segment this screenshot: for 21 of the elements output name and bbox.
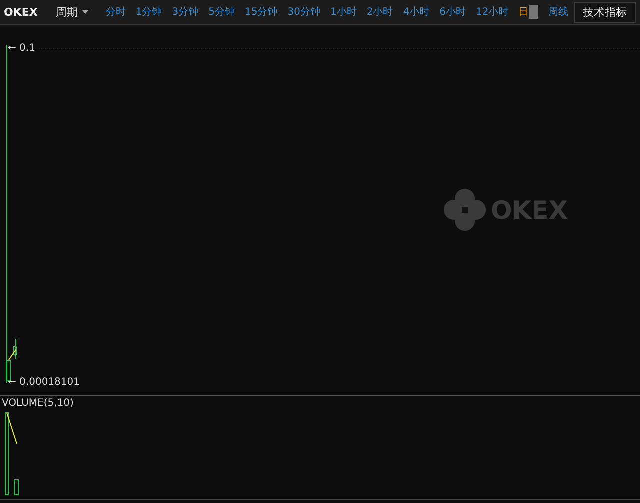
period-tab[interactable]: 2小时 <box>362 5 398 19</box>
volume-title: VOLUME(5,10) <box>2 398 74 409</box>
period-tab[interactable]: 分时 <box>100 5 131 19</box>
period-tab[interactable]: 12小时 <box>470 5 514 19</box>
period-tab[interactable]: 6小时 <box>434 5 471 19</box>
caret-icon <box>82 10 89 14</box>
period-tab[interactable]: 4小时 <box>398 5 435 19</box>
period-tab[interactable]: 15分钟 <box>240 5 283 19</box>
clover-logo-icon <box>443 188 488 232</box>
period-dropdown[interactable]: 周期 <box>52 4 93 20</box>
period-tab[interactable]: 1小时 <box>325 5 362 19</box>
period-tab[interactable]: 1分钟 <box>130 5 168 19</box>
period-tab[interactable]: 5分钟 <box>204 5 240 19</box>
price-label: ← 0.1 <box>8 43 36 54</box>
tooltip-block <box>528 5 538 19</box>
period-tab[interactable]: 3分钟 <box>167 5 204 19</box>
period-tab[interactable]: 日 <box>514 5 529 19</box>
period-tab[interactable]: 30分钟 <box>282 5 326 19</box>
indicators-button[interactable]: 技术指标 <box>574 2 636 22</box>
brand-label: OKEX <box>4 6 38 18</box>
period-tab[interactable]: 周线 <box>544 5 574 19</box>
